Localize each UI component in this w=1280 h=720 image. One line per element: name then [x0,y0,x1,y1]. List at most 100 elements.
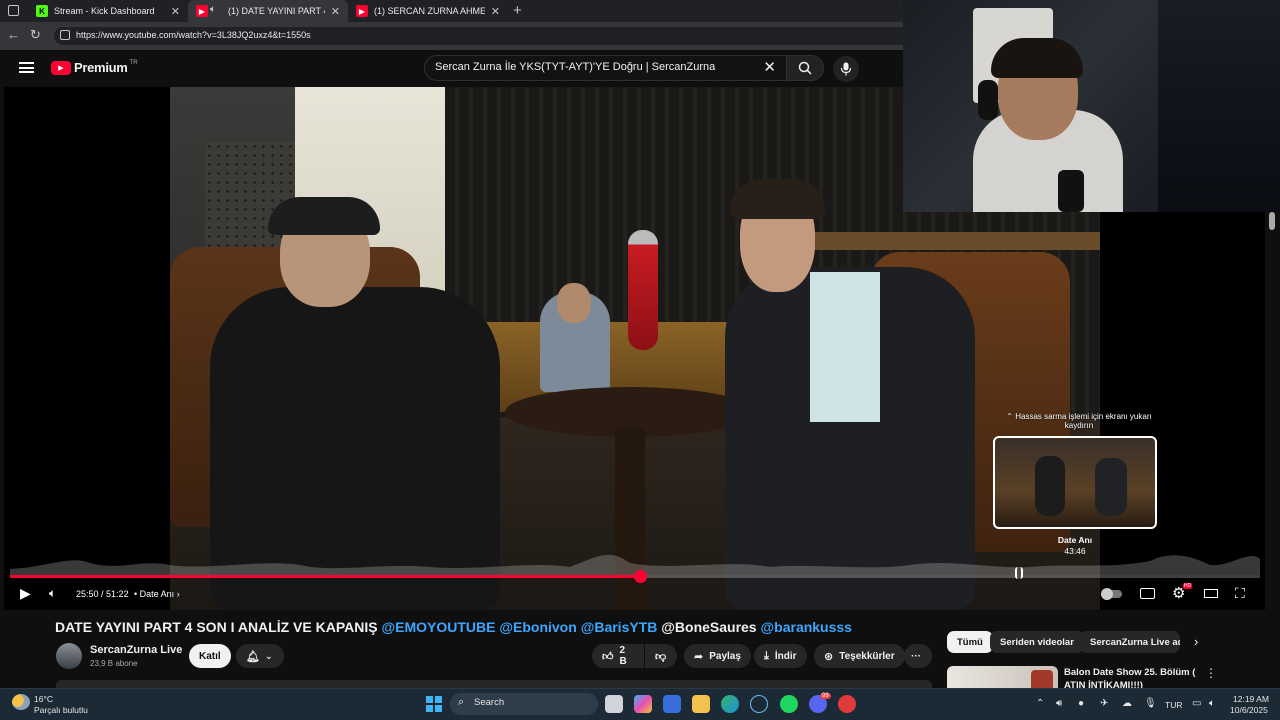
speaker-icon[interactable]: 🔈︎ [210,4,216,15]
chevron-right-icon: › [176,589,180,599]
dislike-button[interactable]: 👎︎ [645,644,677,668]
channel-name[interactable]: SercanZurna Live [90,644,182,656]
task-view-icon[interactable] [605,695,623,713]
edge-icon[interactable] [721,695,739,713]
player-controls: ▶ 🔈︎ 25:50 / 51:22 • Date Anı › ⚙ HD ⛶ [4,582,1265,608]
download-button[interactable]: ⤓ İndir [754,644,807,668]
pause-icon [1101,588,1113,600]
copilot-icon[interactable] [634,695,652,713]
webcam-microphone [1058,170,1084,212]
mention-link[interactable]: @BarisYTB [581,619,658,635]
chip-series[interactable]: Seriden videolar [990,631,1084,653]
microphone-icon[interactable]: 🎙︎ [1144,698,1157,709]
language-indicator[interactable]: TUR [1165,700,1182,710]
share-icon: ➦ [694,650,704,663]
weather-icon[interactable] [12,694,30,710]
tray-icon[interactable]: ✈ [1100,698,1108,709]
time-total: 51:22 [106,589,129,599]
taskbar-search-box[interactable]: ⌕ Search [450,693,598,715]
join-button[interactable]: Katıl [189,644,231,668]
person-right-shirt [810,272,880,422]
steam-icon[interactable] [750,695,768,713]
mention-link[interactable]: @Ebonivon [499,619,576,635]
voice-search-button[interactable] [833,56,859,82]
clock-date[interactable]: 10/6/2025 [1230,705,1268,715]
discord-badge: 99 [820,693,831,699]
reload-icon[interactable]: ↻ [30,27,41,43]
seek-preview-chapter: Date Anı [1057,535,1093,545]
menu-icon[interactable] [19,62,34,73]
next-video-thumbnail[interactable] [947,666,1058,688]
seek-preview-thumbnail [993,436,1157,529]
thanks-button[interactable]: ⊛ Teşekkürler [814,644,905,668]
thumbs-down-icon: 👎︎ [655,650,667,663]
chip-all[interactable]: Tümü [947,631,993,653]
chip-channel[interactable]: SercanZurna Live adlı [1080,631,1180,653]
youtube-logo[interactable]: ▶ Premium TR [51,60,138,75]
person-middle-head [557,283,591,323]
autoplay-toggle[interactable] [1101,588,1122,600]
file-explorer-icon[interactable] [692,695,710,713]
new-tab-button[interactable]: + [513,2,522,19]
like-button[interactable]: 👍︎ 2 B [592,644,644,668]
volume-tray-icon[interactable]: 🔈︎ [1209,698,1215,709]
clock-time[interactable]: 12:19 AM [1233,694,1269,704]
time-current: 25:50 [76,589,99,599]
tab-title: Stream - Kick Dashboard [54,6,155,16]
notification-bell-button[interactable]: 🔔︎ ⌄ [236,644,284,668]
description-box[interactable] [56,680,932,688]
tray-icon[interactable]: ☁ [1122,698,1132,709]
seek-hint: ⌃ Hassas sarma işlemi için ekranı yukarı… [1006,412,1152,430]
tab-title: (1) DATE YAYINI PART 4 SON [228,6,325,16]
back-icon[interactable]: ← [7,27,20,42]
network-icon[interactable]: ▭ [1192,698,1201,709]
store-icon[interactable] [663,695,681,713]
webcam-window [1158,0,1280,212]
video-menu-icon[interactable]: ⋮ [1205,666,1217,680]
mention-link[interactable]: @barankusss [761,619,852,635]
volume-icon[interactable]: 🔈︎ [49,586,56,601]
play-icon[interactable]: ▶ [20,585,31,602]
share-button[interactable]: ➦ Paylaş [684,644,751,668]
search-input[interactable]: Sercan Zurna İle YKS(TYT-AYT)'YE Doğru |… [424,55,787,81]
chapter-button[interactable]: • Date Anı › [134,589,180,599]
close-tab-icon[interactable]: ✕ [491,5,500,18]
kick-icon: K [36,5,48,17]
search-value: Sercan Zurna İle YKS(TYT-AYT)'YE Doğru |… [435,61,716,73]
app-icon[interactable] [838,695,856,713]
windows-start-icon[interactable] [426,696,442,712]
youtube-play-logo-icon: ▶ [51,60,71,75]
webcam-overlay [903,0,1280,212]
chevron-down-icon: ⌄ [264,650,273,661]
tab-sercan-zurna[interactable]: ▶ (1) SERCAN ZURNA AHMET TÜRK ✕ [348,0,508,22]
spotify-icon[interactable] [780,695,798,713]
close-tab-icon[interactable]: ✕ [171,5,180,18]
search-button[interactable] [786,55,824,81]
fullscreen-icon[interactable]: ⛶ [1235,585,1245,602]
clear-search-icon[interactable]: ✕ [763,58,776,76]
tab-date-yayini[interactable]: ▶ 🔈︎ (1) DATE YAYINI PART 4 SON ✕ [188,0,348,22]
microphone-icon [840,62,852,76]
subtitles-icon[interactable] [1140,588,1155,599]
site-info-icon[interactable] [60,30,70,40]
tray-icon[interactable]: 🔊︎ [1056,698,1062,709]
chips-next-icon[interactable]: › [1194,634,1198,649]
theater-mode-icon[interactable] [1204,589,1218,598]
search-icon [798,61,812,75]
thanks-icon: ⊛ [824,650,834,663]
chevron-up-icon[interactable]: ⌃ [1036,698,1044,709]
channel-avatar[interactable] [56,643,82,669]
close-tab-icon[interactable]: ✕ [331,5,340,18]
tray-icon[interactable]: ● [1078,698,1084,709]
tab-actions-icon[interactable] [8,5,19,16]
mention-link[interactable]: @BoneSaures [661,619,756,635]
headphones-icon [978,80,998,120]
most-replayed-heatmap [10,554,1260,575]
page-scrollbar[interactable] [1269,212,1275,230]
person-right-hair [730,179,825,219]
mention-link[interactable]: @EMOYOUTUBE [381,619,495,635]
more-actions-button[interactable]: ··· [904,644,932,668]
weather-temp: 16°C [34,694,53,704]
address-bar[interactable]: https://www.youtube.com/watch?v=3L38JQ2u… [54,27,914,45]
tab-kick-dashboard[interactable]: K Stream - Kick Dashboard ✕ [28,0,188,22]
